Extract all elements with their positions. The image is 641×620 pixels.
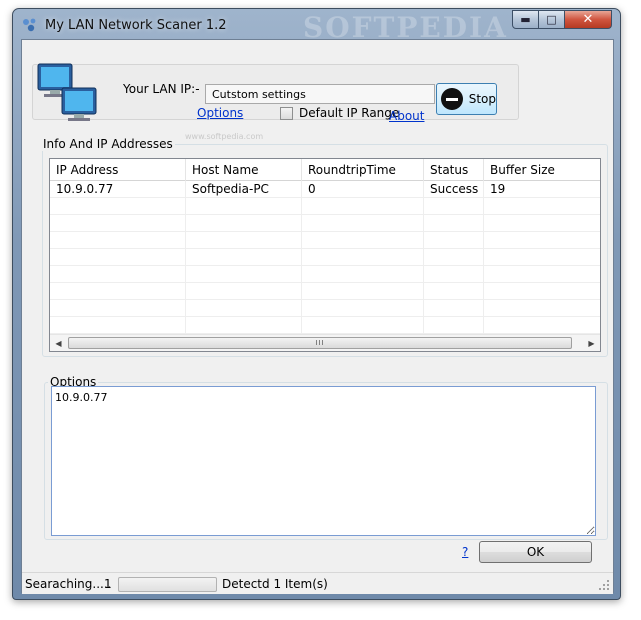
scroll-left-icon[interactable]: ◀ bbox=[50, 335, 67, 351]
table-row[interactable] bbox=[50, 317, 600, 334]
network-computers-icon bbox=[37, 63, 97, 121]
stop-button[interactable]: Stop bbox=[436, 83, 497, 115]
table-row[interactable] bbox=[50, 198, 600, 215]
default-ip-range-checkbox[interactable] bbox=[280, 107, 293, 120]
detected-status: Detectd 1 Item(s) bbox=[222, 577, 328, 591]
table-row[interactable]: 10.9.0.77 Softpedia-PC 0 Success 19 bbox=[50, 181, 600, 198]
watermark-url: www.softpedia.com bbox=[185, 132, 264, 141]
client-area: Your LAN IP:- www.softpedia.com Options … bbox=[21, 39, 614, 594]
table-cell: 19 bbox=[484, 181, 600, 198]
close-button[interactable]: ✕ bbox=[564, 10, 612, 29]
table-row[interactable] bbox=[50, 266, 600, 283]
app-icon bbox=[23, 18, 36, 32]
table-cell: Success bbox=[424, 181, 484, 198]
table-row[interactable] bbox=[50, 283, 600, 300]
window-title: My LAN Network Scaner 1.2 bbox=[45, 18, 227, 33]
column-header[interactable]: Status bbox=[424, 159, 484, 181]
table-row[interactable] bbox=[50, 215, 600, 232]
column-header[interactable]: RoundtripTime bbox=[302, 159, 424, 181]
table-row[interactable] bbox=[50, 232, 600, 249]
lan-ip-label: Your LAN IP:- bbox=[123, 82, 200, 96]
list-header: IP Address Host Name RoundtripTime Status Bu… bbox=[50, 159, 600, 181]
column-header[interactable]: Host Name bbox=[186, 159, 302, 181]
app-window: My LAN Network Scaner 1.2 SOFTPEDIA ▬ □ … bbox=[12, 8, 621, 600]
resize-grip-icon[interactable] bbox=[599, 580, 610, 591]
scan-count: 1 bbox=[104, 577, 112, 591]
ip-address-list[interactable]: IP Address Host Name RoundtripTime Status Bu… bbox=[49, 158, 601, 352]
maximize-button[interactable]: □ bbox=[538, 10, 565, 29]
ok-button[interactable]: OK bbox=[479, 541, 592, 563]
column-header[interactable]: Buffer Size bbox=[484, 159, 600, 181]
table-row[interactable] bbox=[50, 300, 600, 317]
table-cell: 10.9.0.77 bbox=[50, 181, 186, 198]
title-bar[interactable]: My LAN Network Scaner 1.2 SOFTPEDIA ▬ □ … bbox=[13, 9, 620, 44]
scroll-right-icon[interactable]: ▶ bbox=[583, 335, 600, 351]
help-link[interactable]: ? bbox=[462, 545, 468, 559]
stop-icon bbox=[441, 88, 463, 110]
column-header[interactable]: IP Address bbox=[50, 159, 186, 181]
stop-button-label: Stop bbox=[468, 92, 496, 106]
options-link[interactable]: Options bbox=[197, 106, 243, 120]
table-cell: 0 bbox=[302, 181, 424, 198]
horizontal-scrollbar[interactable]: ◀ III ▶ bbox=[50, 334, 600, 351]
options-textarea[interactable]: 10.9.0.77 bbox=[51, 386, 596, 536]
about-link[interactable]: About bbox=[389, 109, 424, 123]
lan-ip-field[interactable] bbox=[205, 84, 435, 104]
status-bar: Searaching..... 1 Detectd 1 Item(s) bbox=[22, 572, 613, 594]
searching-status: Searaching..... bbox=[25, 577, 112, 591]
scroll-thumb[interactable]: III bbox=[68, 337, 572, 349]
scan-progress-bar bbox=[118, 577, 217, 592]
default-ip-range-label: Default IP Range bbox=[299, 106, 400, 120]
minimize-button[interactable]: ▬ bbox=[512, 10, 539, 29]
info-group-title: Info And IP Addresses bbox=[41, 137, 175, 151]
table-row[interactable] bbox=[50, 249, 600, 266]
table-cell: Softpedia-PC bbox=[186, 181, 302, 198]
